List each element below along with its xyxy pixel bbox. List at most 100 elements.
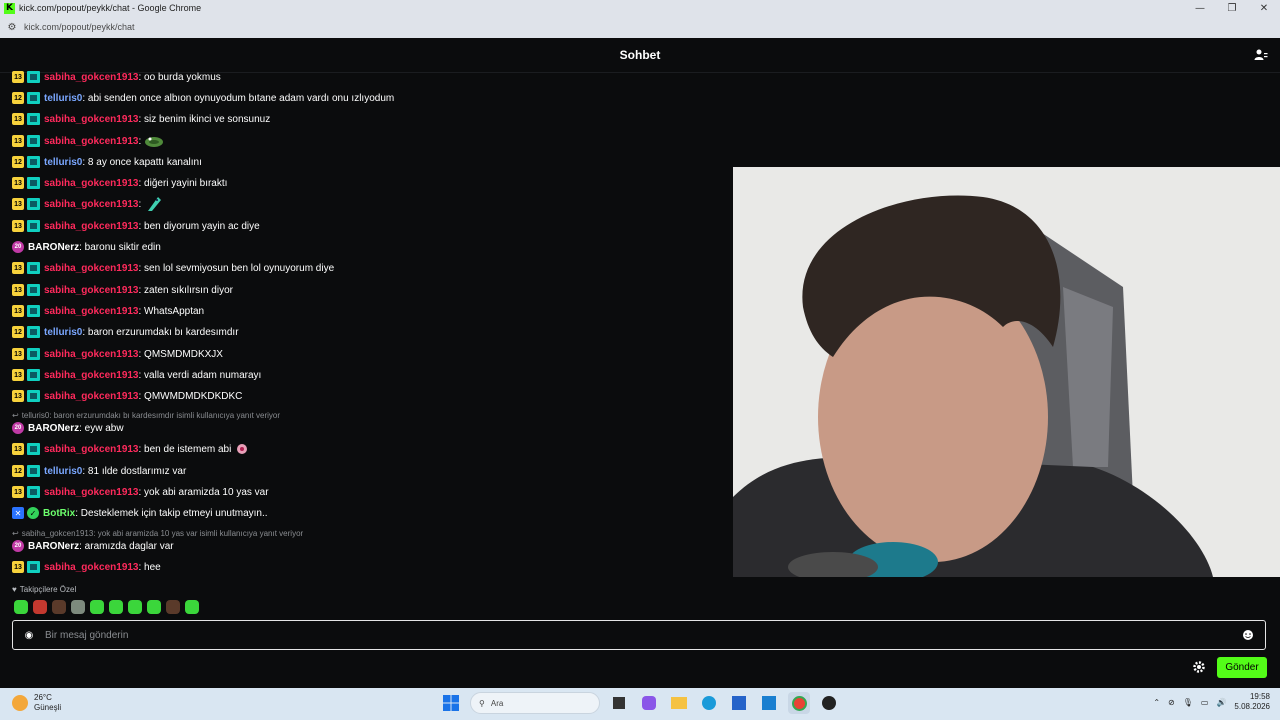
chat-username[interactable]: sabiha_gokcen1913 — [44, 72, 139, 83]
sub-months-badge: 13 — [12, 177, 24, 189]
chat-username[interactable]: sabiha_gokcen1913 — [44, 306, 139, 317]
chat-username[interactable]: BARONerz — [28, 541, 79, 552]
volume-icon[interactable]: 🔊 — [1216, 698, 1226, 707]
webcam-video — [733, 167, 1280, 577]
chat-message: 13 sabiha_gokcen1913 : — [12, 131, 164, 151]
chat-username[interactable]: telluris0 — [44, 327, 82, 338]
shield-icon[interactable]: ◉ — [23, 629, 35, 641]
chat-username[interactable]: sabiha_gokcen1913 — [44, 391, 139, 402]
chat-message: 20 BARONerz : baronu siktir edin — [12, 237, 161, 257]
chat-message-list[interactable]: 13 sabiha_gokcen1913 : oo burda yokmus 1… — [0, 66, 730, 581]
sub-months-badge: 13 — [12, 113, 24, 125]
copilot-icon[interactable] — [638, 692, 660, 714]
chat-username[interactable]: sabiha_gokcen1913 — [44, 444, 139, 455]
window-title: kick.com/popout/peykk/chat - Google Chro… — [19, 3, 202, 13]
taskbar-apps: ⚲ Ara — [440, 692, 840, 714]
chat-message: 13 sabiha_gokcen1913 : yok abi aramizda … — [12, 482, 269, 502]
store-icon[interactable] — [728, 692, 750, 714]
chat-username[interactable]: sabiha_gokcen1913 — [44, 221, 139, 232]
emote-icon[interactable] — [52, 600, 66, 614]
chat-username[interactable]: telluris0 — [44, 466, 82, 477]
chat-message: 13 sabiha_gokcen1913 : diğeri yayini bır… — [12, 173, 227, 193]
restore-button[interactable]: ❐ — [1216, 0, 1248, 16]
chat-username[interactable]: BARONerz — [28, 242, 79, 253]
emote-icon[interactable] — [71, 600, 85, 614]
follower-emote-bar — [14, 600, 199, 614]
outlook-icon[interactable] — [758, 692, 780, 714]
weather-widget[interactable]: 26°C Güneşli — [12, 693, 61, 713]
minimize-button[interactable]: — — [1184, 0, 1216, 16]
chat-text: : valla verdi adam numarayı — [138, 369, 262, 381]
chat-username[interactable]: sabiha_gokcen1913 — [44, 263, 139, 274]
chat-username[interactable]: sabiha_gokcen1913 — [44, 562, 139, 573]
window-controls: — ❐ ✕ — [1184, 0, 1280, 16]
bot-badge-icon: ✕ — [12, 507, 24, 519]
chat-username[interactable]: BARONerz — [28, 423, 79, 434]
subscriber-badge-icon — [27, 198, 40, 210]
gear-icon[interactable] — [1192, 660, 1206, 674]
chat-username[interactable]: telluris0 — [44, 157, 82, 168]
subscriber-badge-icon — [27, 369, 40, 381]
face-emote-icon[interactable] — [234, 441, 254, 457]
kick-favicon-icon: K — [4, 2, 15, 14]
chat-message-input[interactable] — [43, 628, 1241, 642]
emote-icon[interactable] — [90, 600, 104, 614]
chat-username[interactable]: sabiha_gokcen1913 — [44, 199, 139, 210]
send-button[interactable]: Gönder — [1217, 657, 1267, 678]
chat-username[interactable]: sabiha_gokcen1913 — [44, 349, 139, 360]
sub-months-badge: 13 — [12, 369, 24, 381]
file-explorer-icon[interactable] — [668, 692, 690, 714]
subscriber-badge-icon — [27, 156, 40, 168]
users-icon[interactable] — [1254, 48, 1268, 62]
chat-message: 13 sabiha_gokcen1913 : oo burda yokmus — [12, 67, 221, 87]
chat-username[interactable]: sabiha_gokcen1913 — [44, 178, 139, 189]
chat-message: 13 sabiha_gokcen1913 : QMWMDMDKDKDKC — [12, 386, 242, 406]
sub-months-badge: 13 — [12, 390, 24, 402]
subscriber-badge-icon — [27, 284, 40, 296]
chat-text: : sen lol sevmiyosun ben lol oynuyorum d… — [138, 262, 335, 274]
start-button[interactable] — [440, 692, 462, 714]
fish-emote-icon[interactable] — [144, 196, 164, 212]
app-icon[interactable] — [818, 692, 840, 714]
chat-text: : — [138, 135, 142, 147]
streamer-video-frame — [733, 167, 1280, 577]
task-view-icon[interactable] — [608, 692, 630, 714]
chat-username[interactable]: telluris0 — [44, 93, 82, 104]
clock[interactable]: 19:58 5.08.2026 — [1234, 692, 1270, 712]
subscriber-badge-icon — [27, 465, 40, 477]
windows-logo-icon — [443, 695, 459, 711]
chat-text: : QMSMDMDKXJX — [138, 348, 223, 360]
sub-months-badge: 13 — [12, 486, 24, 498]
url-field[interactable]: kick.com/popout/peykk/chat — [24, 22, 135, 32]
display-icon[interactable]: ▭ — [1201, 698, 1209, 707]
chat-username[interactable]: sabiha_gokcen1913 — [44, 285, 139, 296]
emoji-picker-icon[interactable] — [1241, 628, 1255, 642]
chrome-icon[interactable] — [788, 692, 810, 714]
emote-icon[interactable] — [185, 600, 199, 614]
emote-icon[interactable] — [166, 600, 180, 614]
microphone-icon[interactable]: 🎙 — [1183, 698, 1193, 707]
system-tray: ⌃ ⊘ 🎙 ▭ 🔊 19:58 5.08.2026 — [1153, 692, 1270, 712]
emote-icon[interactable] — [33, 600, 47, 614]
search-placeholder: Ara — [490, 698, 504, 708]
emote-icon[interactable] — [109, 600, 123, 614]
chat-username[interactable]: sabiha_gokcen1913 — [44, 487, 139, 498]
chat-username[interactable]: sabiha_gokcen1913 — [44, 370, 139, 381]
taskbar-search[interactable]: ⚲ Ara — [470, 692, 600, 714]
sub-months-badge: 13 — [12, 348, 24, 360]
emote-icon[interactable] — [14, 600, 28, 614]
chevron-up-icon[interactable]: ⌃ — [1153, 698, 1160, 707]
edge-icon[interactable] — [698, 692, 720, 714]
site-info-icon[interactable]: ⚙ — [6, 21, 18, 33]
chat-username[interactable]: sabiha_gokcen1913 — [44, 136, 139, 147]
emote-icon[interactable] — [128, 600, 142, 614]
chat-message: ✕ ✓ BotRix : Desteklemek için takip etme… — [12, 503, 268, 523]
subscriber-badge-icon — [27, 443, 40, 455]
frog-emote-icon[interactable] — [144, 133, 164, 149]
network-icon[interactable]: ⊘ — [1168, 698, 1175, 707]
chat-username[interactable]: sabiha_gokcen1913 — [44, 114, 139, 125]
chat-username[interactable]: BotRix — [43, 508, 75, 519]
close-button[interactable]: ✕ — [1248, 0, 1280, 16]
emote-icon[interactable] — [147, 600, 161, 614]
subscriber-badge-icon — [27, 262, 40, 274]
